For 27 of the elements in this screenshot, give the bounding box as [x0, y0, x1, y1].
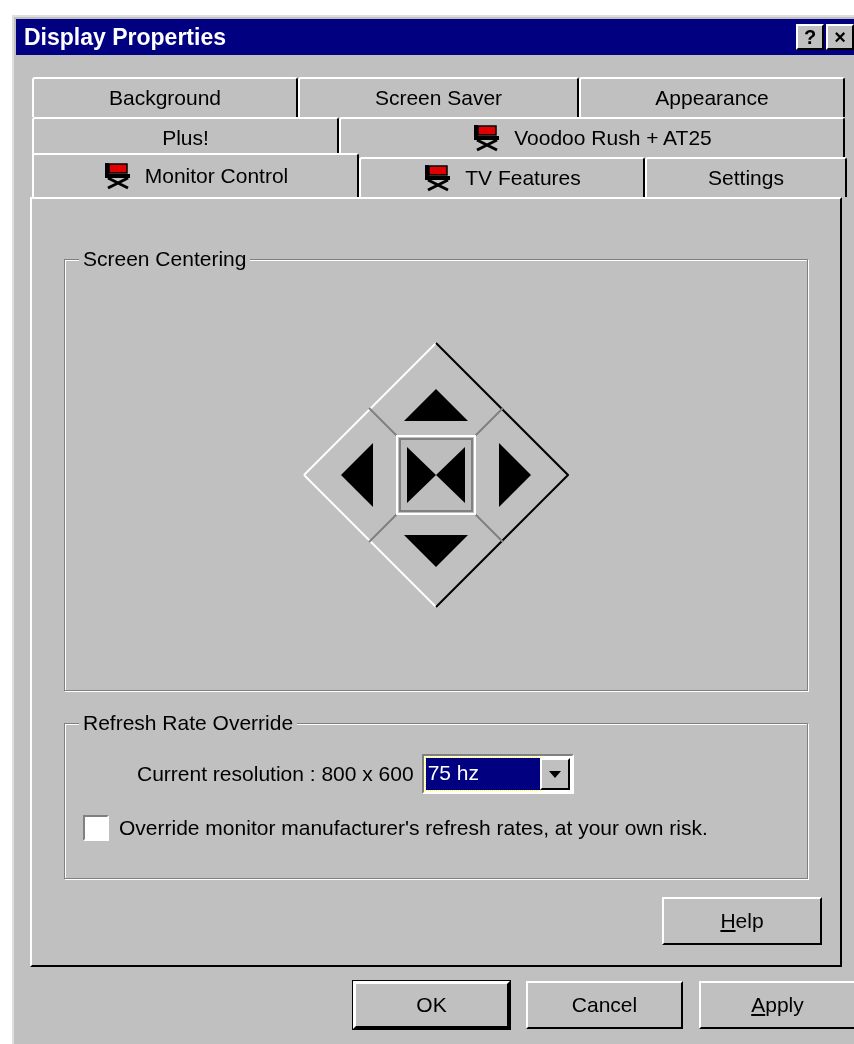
- arrow-up-button[interactable]: [404, 389, 468, 421]
- arrow-left-button[interactable]: [341, 443, 373, 507]
- tab[interactable]: TV Features: [359, 157, 645, 197]
- tab[interactable]: Settings: [645, 157, 847, 197]
- override-label: Override monitor manufacturer's refresh rates, at your own risk.: [119, 815, 708, 841]
- refresh-rate-dropdown[interactable]: 75 hz: [421, 754, 574, 794]
- dropdown-button[interactable]: [539, 758, 570, 790]
- tab[interactable]: Appearance: [579, 77, 845, 117]
- resolution-label: Current resolution : 800 x 600: [137, 761, 414, 788]
- tab[interactable]: Monitor Control: [32, 153, 359, 197]
- arrow-down-button[interactable]: [404, 535, 468, 567]
- dialog-button[interactable]: Cancel: [526, 981, 683, 1029]
- arrow-right-button[interactable]: [499, 443, 531, 507]
- dropdown-value: 75 hz: [425, 758, 540, 790]
- dialog-button[interactable]: Apply: [699, 981, 854, 1029]
- help-button[interactable]: Help: [662, 897, 822, 945]
- dialog-button[interactable]: OK: [353, 981, 510, 1029]
- checkbox[interactable]: [83, 814, 109, 841]
- window-title: Display Properties: [24, 22, 227, 52]
- center-button[interactable]: [396, 435, 476, 515]
- tab[interactable]: Voodoo Rush + AT25: [339, 117, 845, 157]
- caret-icon: [548, 770, 561, 778]
- tab[interactable]: Background: [32, 77, 298, 117]
- tab[interactable]: Screen Saver: [298, 77, 579, 117]
- close-button[interactable]: ×: [826, 24, 854, 50]
- help-title-button[interactable]: ?: [796, 24, 824, 50]
- chair-icon: [102, 162, 133, 190]
